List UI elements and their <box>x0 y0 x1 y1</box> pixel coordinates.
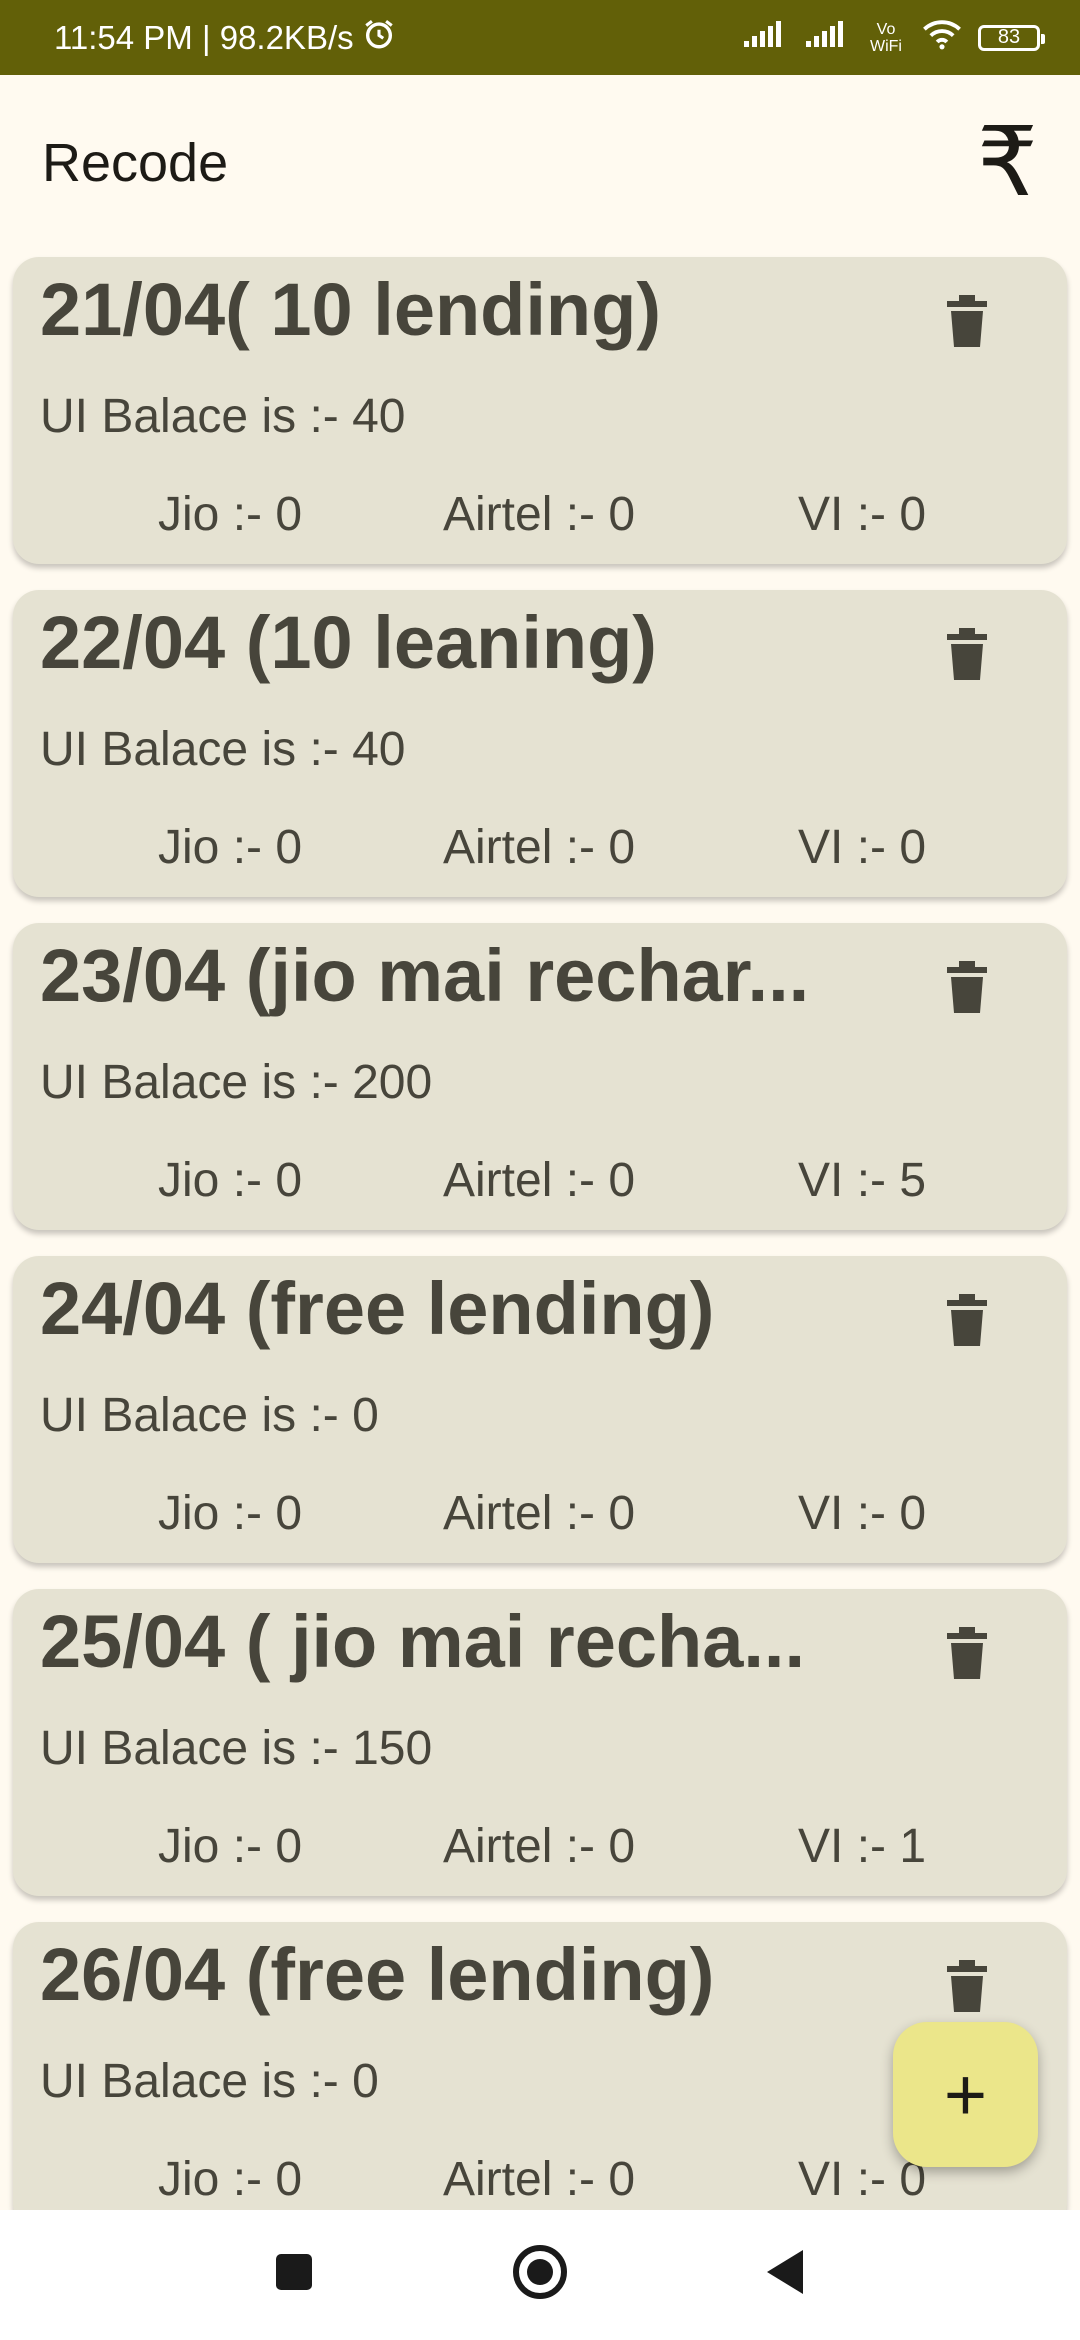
airtel-value: Airtel :- 0 <box>443 488 636 541</box>
airtel-value: Airtel :- 0 <box>443 1154 636 1207</box>
airtel-value: Airtel :- 0 <box>443 821 636 874</box>
back-button[interactable] <box>745 2232 825 2312</box>
record-card[interactable]: 24/04 (free lending) UI Balace is :- 0 J… <box>13 1256 1067 1563</box>
record-title: 23/04 (jio mai rechar... <box>40 934 810 1017</box>
delete-icon[interactable] <box>947 628 987 682</box>
record-title: 25/04 ( jio mai recha... <box>40 1600 806 1683</box>
record-title: 24/04 (free lending) <box>40 1267 715 1350</box>
airtel-value: Airtel :- 0 <box>443 1820 636 1873</box>
back-triangle-icon <box>767 2250 803 2294</box>
airtel-value: Airtel :- 0 <box>443 2153 636 2206</box>
balance-text: UI Balace is :- 0 <box>40 2055 379 2108</box>
vi-value: VI :- 0 <box>798 821 927 874</box>
record-title: 26/04 (free lending) <box>40 1933 715 2016</box>
signal-icon-2 <box>804 19 850 57</box>
record-title: 22/04 (10 leaning) <box>40 601 657 684</box>
status-bar: 11:54 PM | 98.2KB/s Vo WiFi 83 <box>0 0 1080 75</box>
delete-icon[interactable] <box>947 961 987 1015</box>
vowifi-label: Vo WiFi <box>870 20 902 55</box>
jio-value: Jio :- 0 <box>158 1487 303 1540</box>
delete-icon[interactable] <box>947 1627 987 1681</box>
vi-value: VI :- 0 <box>798 1487 927 1540</box>
vi-value: VI :- 5 <box>798 1154 927 1207</box>
record-card[interactable]: 21/04( 10 lending) UI Balace is :- 40 Ji… <box>13 257 1067 564</box>
app-bar: Recode ₹ <box>0 75 1080 250</box>
record-list[interactable]: 21/04( 10 lending) UI Balace is :- 40 Ji… <box>0 250 1080 2210</box>
delete-icon[interactable] <box>947 295 987 349</box>
jio-value: Jio :- 0 <box>158 488 303 541</box>
status-time-speed: 11:54 PM | 98.2KB/s <box>54 18 354 56</box>
balance-text: UI Balace is :- 200 <box>40 1056 433 1109</box>
vi-value: VI :- 1 <box>798 1820 927 1873</box>
battery-icon: 83 <box>978 24 1045 51</box>
jio-value: Jio :- 0 <box>158 821 303 874</box>
circle-home-icon <box>513 2245 567 2299</box>
alarm-icon <box>362 17 396 59</box>
plus-icon: + <box>943 2053 988 2136</box>
delete-icon[interactable] <box>947 1294 987 1348</box>
balance-text: UI Balace is :- 0 <box>40 1389 379 1442</box>
signal-icon <box>742 19 788 57</box>
jio-value: Jio :- 0 <box>158 2153 303 2206</box>
recents-button[interactable] <box>254 2232 334 2312</box>
square-icon <box>276 2254 312 2290</box>
record-card[interactable]: 25/04 ( jio mai recha... UI Balace is :-… <box>13 1589 1067 1896</box>
balance-text: UI Balace is :- 40 <box>40 390 406 443</box>
rupee-icon[interactable]: ₹ <box>977 114 1038 211</box>
balance-text: UI Balace is :- 150 <box>40 1722 433 1775</box>
delete-icon[interactable] <box>947 1960 987 2014</box>
jio-value: Jio :- 0 <box>158 1154 303 1207</box>
home-button[interactable] <box>500 2232 580 2312</box>
add-record-button[interactable]: + <box>893 2022 1038 2167</box>
jio-value: Jio :- 0 <box>158 1820 303 1873</box>
system-nav-bar <box>0 2210 1080 2340</box>
record-card[interactable]: 23/04 (jio mai rechar... UI Balace is :-… <box>13 923 1067 1230</box>
vi-value: VI :- 0 <box>798 488 927 541</box>
battery-level: 83 <box>997 26 1021 48</box>
wifi-icon <box>922 18 962 58</box>
balance-text: UI Balace is :- 40 <box>40 723 406 776</box>
airtel-value: Airtel :- 0 <box>443 1487 636 1540</box>
record-card[interactable]: 22/04 (10 leaning) UI Balace is :- 40 Ji… <box>13 590 1067 897</box>
record-title: 21/04( 10 lending) <box>40 268 661 351</box>
app-title: Recode <box>42 132 229 193</box>
